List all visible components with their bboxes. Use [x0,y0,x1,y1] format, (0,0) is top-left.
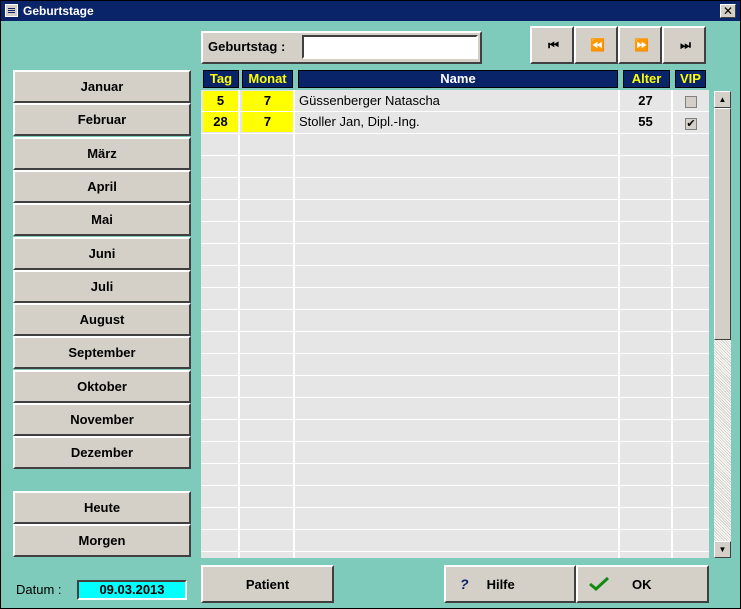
window-icon [5,4,18,17]
title-bar: Geburtstage ✕ [1,1,740,21]
month-button-dezember[interactable]: Dezember [13,436,191,469]
row-1-vip-checkbox[interactable] [685,96,697,108]
row-separator [201,309,709,310]
row-2-name[interactable]: Stoller Jan, Dipl.-Ing. [295,112,618,132]
birthday-table: 5 7 Güssenberger Natascha 27 28 7 Stolle… [201,90,709,558]
scroll-thumb[interactable] [714,108,731,340]
row-separator [201,375,709,376]
row-separator [201,507,709,508]
column-header-alter[interactable]: Alter [623,70,670,88]
column-vip [673,90,709,558]
patient-button[interactable]: Patient [201,565,334,603]
datum-value: 09.03.2013 [77,580,187,600]
row-2-alter[interactable]: 55 [620,112,671,132]
datum-label: Datum : [16,582,62,597]
row-separator [201,155,709,156]
close-button[interactable]: ✕ [720,4,736,18]
column-tag [201,90,240,558]
prev-record-button[interactable]: ⏪ [574,26,618,64]
search-label: Geburtstag : [208,39,286,54]
row-separator [201,331,709,332]
help-button[interactable]: ? Hilfe [444,565,576,603]
month-button-juni[interactable]: Juni [13,237,191,270]
row-separator [201,177,709,178]
today-button[interactable]: Heute [13,491,191,524]
row-2-monat[interactable]: 7 [242,112,293,132]
checkmark-icon [589,576,610,591]
ok-button-label: OK [632,576,652,592]
column-alter [620,90,673,558]
row-1-monat[interactable]: 7 [242,91,293,111]
month-button-oktober[interactable]: Oktober [13,370,191,403]
next-icon: ⏩ [634,38,649,52]
month-button-mai[interactable]: Mai [13,203,191,236]
month-button-september[interactable]: September [13,336,191,369]
birthdays-window: Geburtstage ✕ Geburtstag : ⏮ ⏪ ⏩ ⏭ Janua… [0,0,741,609]
month-button-januar[interactable]: Januar [13,70,191,103]
help-button-label: Hilfe [486,576,515,592]
row-separator [201,265,709,266]
row-separator [201,199,709,200]
question-icon: ? [460,576,469,592]
prev-icon: ⏪ [590,38,605,52]
ok-button[interactable]: OK [576,565,709,603]
row-separator [201,529,709,530]
first-record-button[interactable]: ⏮ [530,26,574,64]
row-1-tag[interactable]: 5 [203,91,238,111]
column-name [295,90,620,558]
row-separator [201,133,709,134]
last-record-button[interactable]: ⏭ [662,26,706,64]
first-icon: ⏮ [548,37,559,52]
month-button-juli[interactable]: Juli [13,270,191,303]
column-header-name[interactable]: Name [298,70,618,88]
month-button-maerz[interactable]: März [13,137,191,170]
scroll-down-icon[interactable]: ▼ [714,541,731,558]
row-separator [201,419,709,420]
last-icon: ⏭ [680,37,691,52]
tomorrow-button[interactable]: Morgen [13,524,191,557]
window-title: Geburtstage [23,4,94,18]
month-button-august[interactable]: August [13,303,191,336]
row-2-tag[interactable]: 28 [203,112,238,132]
scroll-up-icon[interactable]: ▲ [714,91,731,108]
column-header-vip[interactable]: VIP [675,70,706,88]
month-button-april[interactable]: April [13,170,191,203]
row-1-alter[interactable]: 27 [620,91,671,111]
row-separator [201,441,709,442]
row-1-name[interactable]: Güssenberger Natascha [295,91,618,111]
row-separator [201,353,709,354]
row-separator [201,243,709,244]
column-header-monat[interactable]: Monat [242,70,293,88]
row-separator [201,221,709,222]
row-separator [201,397,709,398]
month-button-november[interactable]: November [13,403,191,436]
row-separator [201,551,709,552]
row-separator [201,485,709,486]
month-button-februar[interactable]: Februar [13,103,191,136]
birthday-search-input[interactable] [302,35,478,59]
row-separator [201,287,709,288]
table-scrollbar[interactable]: ▲ ▼ [714,91,731,558]
next-record-button[interactable]: ⏩ [618,26,662,64]
column-header-tag[interactable]: Tag [203,70,239,88]
column-monat [240,90,295,558]
row-separator [201,463,709,464]
row-2-vip-checkbox[interactable]: ✔ [685,118,697,130]
